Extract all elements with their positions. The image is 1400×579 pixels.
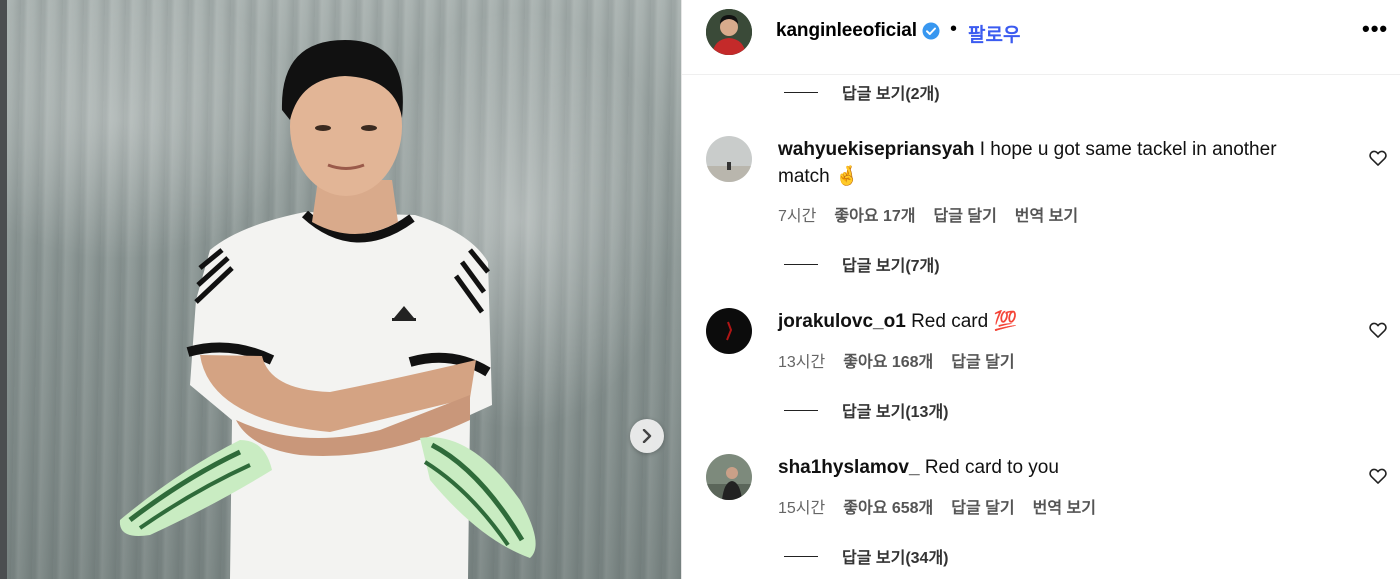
likes-count[interactable]: 좋아요 658개 — [843, 494, 933, 518]
more-options-icon[interactable]: ••• — [1362, 16, 1388, 42]
comment-time[interactable]: 13시간 — [778, 348, 825, 372]
commenter-username[interactable]: wahyuekisepriansyah — [778, 139, 974, 160]
reply-button[interactable]: 답글 달기 — [951, 348, 1014, 372]
commenter-avatar[interactable] — [706, 454, 752, 500]
like-heart-icon[interactable] — [1368, 320, 1388, 340]
comment-meta: 13시간 좋아요 168개 답글 달기 — [778, 348, 1015, 372]
reply-divider — [784, 263, 818, 265]
translate-button[interactable]: 번역 보기 — [1033, 494, 1096, 518]
view-replies-label[interactable]: 답글 보기(13개) — [842, 398, 949, 422]
next-image-button[interactable] — [630, 419, 664, 453]
view-replies-toggle[interactable]: 답글 보기(13개) — [784, 398, 949, 422]
like-heart-icon[interactable] — [1368, 148, 1388, 168]
separator-dot: • — [950, 18, 958, 40]
comment-time[interactable]: 15시간 — [778, 494, 825, 518]
comment-emoji: 🤞 — [835, 166, 859, 187]
commenter-username[interactable]: sha1hyslamov_ — [778, 457, 920, 478]
comment-text: Red card — [911, 311, 989, 332]
comment-meta: 15시간 좋아요 658개 답글 달기 번역 보기 — [778, 494, 1096, 518]
comment-item: wahyuekisepriansyah I hope u got same ta… — [706, 136, 1387, 246]
view-replies-label[interactable]: 답글 보기(34개) — [842, 544, 949, 568]
follow-button[interactable]: 팔로우 — [968, 20, 1020, 47]
commenter-username[interactable]: jorakulovc_o1 — [778, 311, 906, 332]
chevron-right-icon — [642, 429, 652, 443]
view-replies-toggle[interactable]: 답글 보기(34개) — [784, 544, 949, 568]
comment-body: wahyuekisepriansyah I hope u got same ta… — [778, 136, 1318, 190]
comment-emoji: 💯 — [993, 311, 1018, 332]
like-heart-icon[interactable] — [1368, 466, 1388, 486]
reply-divider — [784, 91, 818, 93]
comment-body: sha1hyslamov_ Red card to you — [778, 454, 1318, 481]
player-photo — [119, 40, 536, 579]
author-avatar[interactable] — [706, 9, 752, 55]
comment-meta: 7시간 좋아요 17개 답글 달기 번역 보기 — [778, 202, 1078, 226]
comment-body: jorakulovc_o1 Red card 💯 — [778, 308, 1318, 335]
reply-divider — [784, 555, 818, 557]
view-replies-label[interactable]: 답글 보기(7개) — [842, 252, 940, 276]
view-replies-toggle[interactable]: 답글 보기(7개) — [784, 252, 940, 276]
likes-count[interactable]: 좋아요 168개 — [843, 348, 933, 372]
comment-time[interactable]: 7시간 — [778, 202, 816, 226]
reply-button[interactable]: 답글 달기 — [933, 202, 996, 226]
post-media — [0, 0, 681, 579]
view-replies-toggle[interactable]: 답글 보기(2개) — [784, 80, 940, 104]
comment-item: jorakulovc_o1 Red card 💯 13시간 좋아요 168개 답… — [706, 308, 1387, 388]
commenter-avatar[interactable] — [706, 136, 752, 182]
comment-text: Red card to you — [924, 457, 1059, 478]
comment-item: sha1hyslamov_ Red card to you 15시간 좋아요 6… — [706, 454, 1387, 534]
translate-button[interactable]: 번역 보기 — [1015, 202, 1078, 226]
view-replies-label[interactable]: 답글 보기(2개) — [842, 80, 940, 104]
post-header: kanginleeoficial • 팔로우 ••• — [682, 0, 1400, 75]
comments-panel: kanginleeoficial • 팔로우 ••• 답글 보기(2개) wah… — [681, 0, 1400, 579]
likes-count[interactable]: 좋아요 17개 — [834, 202, 915, 226]
verified-badge-icon — [922, 22, 940, 40]
reply-button[interactable]: 답글 달기 — [951, 494, 1014, 518]
author-username[interactable]: kanginleeoficial — [776, 20, 917, 42]
reply-divider — [784, 409, 818, 411]
commenter-avatar[interactable] — [706, 308, 752, 354]
